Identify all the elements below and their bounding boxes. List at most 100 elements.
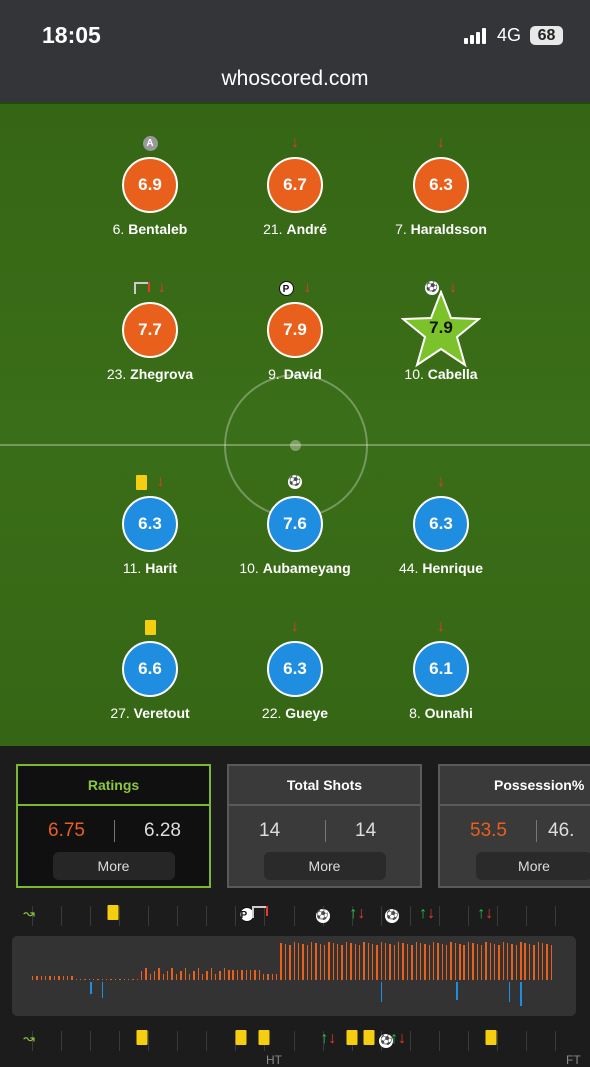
momentum-bar-home [167,971,169,980]
timeline-tick [61,906,63,926]
timeline-event[interactable]: ↑↓ [477,905,493,923]
timeline-event[interactable] [251,905,268,923]
goal-icon: ⚽ [315,909,330,923]
center-spot [290,440,301,451]
player-events: ↓ [80,472,220,492]
momentum-bar-home [398,942,400,980]
ht-label: HT [266,1053,282,1067]
timeline-tick [148,906,150,926]
momentum-bar-home [136,979,138,980]
sub-off-icon: ↓ [437,618,445,635]
stat-card-ratings[interactable]: Ratings 6.75 6.28 More [16,764,211,888]
player-events: ↓ [371,617,511,637]
timeline-tick [235,906,237,926]
momentum-bar-home [114,979,117,980]
player-bentaleb[interactable]: A 6.9 6. Bentaleb [80,133,220,237]
timeline-event[interactable]: ↑↓ [349,905,365,923]
momentum-bar-home [84,979,86,980]
timeline-event[interactable] [235,1030,247,1050]
momentum-bar-home [45,976,47,980]
momentum-bar-home [315,943,317,980]
momentum-bar-home [515,945,518,980]
substitution-icon: ↑↓ [349,905,366,922]
player-gueye[interactable]: ↓ 6.3 22. Gueye [225,617,365,721]
timeline-event[interactable] [136,1030,148,1050]
player-haraldsson[interactable]: ↓ 6.3 7. Haraldsson [371,133,511,237]
timeline-tick [90,1031,92,1051]
player-name: 21. André [263,221,327,237]
formation-change-icon[interactable]: ↝ [23,1030,35,1047]
home-value: 6.75 [48,820,85,841]
timeline-event[interactable]: ↑↓ [320,1030,336,1048]
timeline-event[interactable] [107,905,119,925]
stat-card-possession-[interactable]: Possession% 53.5 46. More [438,764,590,888]
url-bar[interactable]: whoscored.com [0,67,590,91]
timeline-event[interactable] [346,1030,358,1050]
momentum-bar-home [406,944,409,980]
signal-icon [464,28,486,44]
momentum-bar-away [520,982,522,1006]
more-button[interactable]: More [476,852,590,880]
home-value: 53.5 [470,820,507,841]
timeline-event[interactable] [363,1030,375,1050]
momentum-bar-home [123,979,125,980]
player-rating: 7.6 [267,496,323,552]
player-david[interactable]: P ↓ 7.9 9. David [225,278,365,382]
momentum-bar-home [324,945,326,980]
momentum-bar-away [456,982,458,1000]
timeline-event[interactable]: ⚽ [315,905,330,923]
timeline-event[interactable]: ⚽ [385,905,400,923]
momentum-bar-home [463,945,465,980]
more-button[interactable]: More [52,852,175,880]
momentum-bar-home [306,945,308,980]
timeline-event[interactable] [258,1030,270,1050]
stat-card-total-shots[interactable]: Total Shots 14 14 More [227,764,422,888]
momentum-bar-home [201,974,204,980]
player-name: 7. Haraldsson [395,221,487,237]
momentum-bar-home [106,979,108,980]
player-cabella[interactable]: ⚽ ↓ 7.9 10. Cabella [371,278,511,382]
momentum-bar-home [472,943,474,980]
yellow-card-icon [136,1030,148,1045]
momentum-bar-home [223,968,226,980]
timeline-tick [206,906,208,926]
player-veretout[interactable]: 6.6 27. Veretout [80,617,220,721]
momentum-bar-home [507,943,509,980]
player-zhegrova[interactable]: ↓ 7.7 23. Zhegrova [80,278,220,382]
player-name: 22. Gueye [261,705,329,721]
clock: 18:05 [42,22,101,48]
away-value: 14 [355,820,377,841]
player-events: ↓ [80,278,220,298]
more-button[interactable]: More [263,852,386,880]
player-rating: 6.3 [413,157,469,213]
player-aubameyang[interactable]: ⚽ 7.6 10. Aubameyang [225,472,365,576]
momentum-bar-home [110,979,112,980]
player-andré[interactable]: ↓ 6.7 21. André [225,133,365,237]
timeline-event[interactable]: ↑↓ [419,905,435,923]
home-event-timeline: ↝ P ⚽ ↑↓ ⚽ ↑↓ ↑↓ [0,900,590,930]
momentum-bar-home [371,944,374,980]
player-events [80,617,220,637]
player-rating: 6.3 [413,496,469,552]
momentum-bar-home [40,976,43,980]
momentum-bar-home [154,971,156,980]
assist-icon [251,906,268,918]
momentum-bar-home [162,974,165,980]
player-ounahi[interactable]: ↓ 6.1 8. Ounahi [371,617,511,721]
momentum-bar-home [389,944,391,980]
formation-change-icon[interactable]: ↝ [23,905,35,922]
player-henrique[interactable]: ↓ 6.3 44. Henrique [371,472,511,576]
momentum-bar-home [520,942,522,980]
yellow-card-icon [258,1030,270,1045]
penalty-goal-icon: P [278,280,294,296]
timeline-event[interactable]: ↑↓ [390,1030,406,1048]
timeline-tick [293,906,295,926]
momentum-bar-home [289,945,291,980]
player-harit[interactable]: ↓ 6.3 11. Harit [80,472,220,576]
timeline-event[interactable] [485,1030,497,1050]
sub-off-icon: ↓ [303,279,312,296]
momentum-bar-home [241,970,243,980]
momentum-bar-home [541,943,544,980]
momentum-bar-away [101,982,104,998]
sub-off-icon: ↓ [437,473,445,490]
